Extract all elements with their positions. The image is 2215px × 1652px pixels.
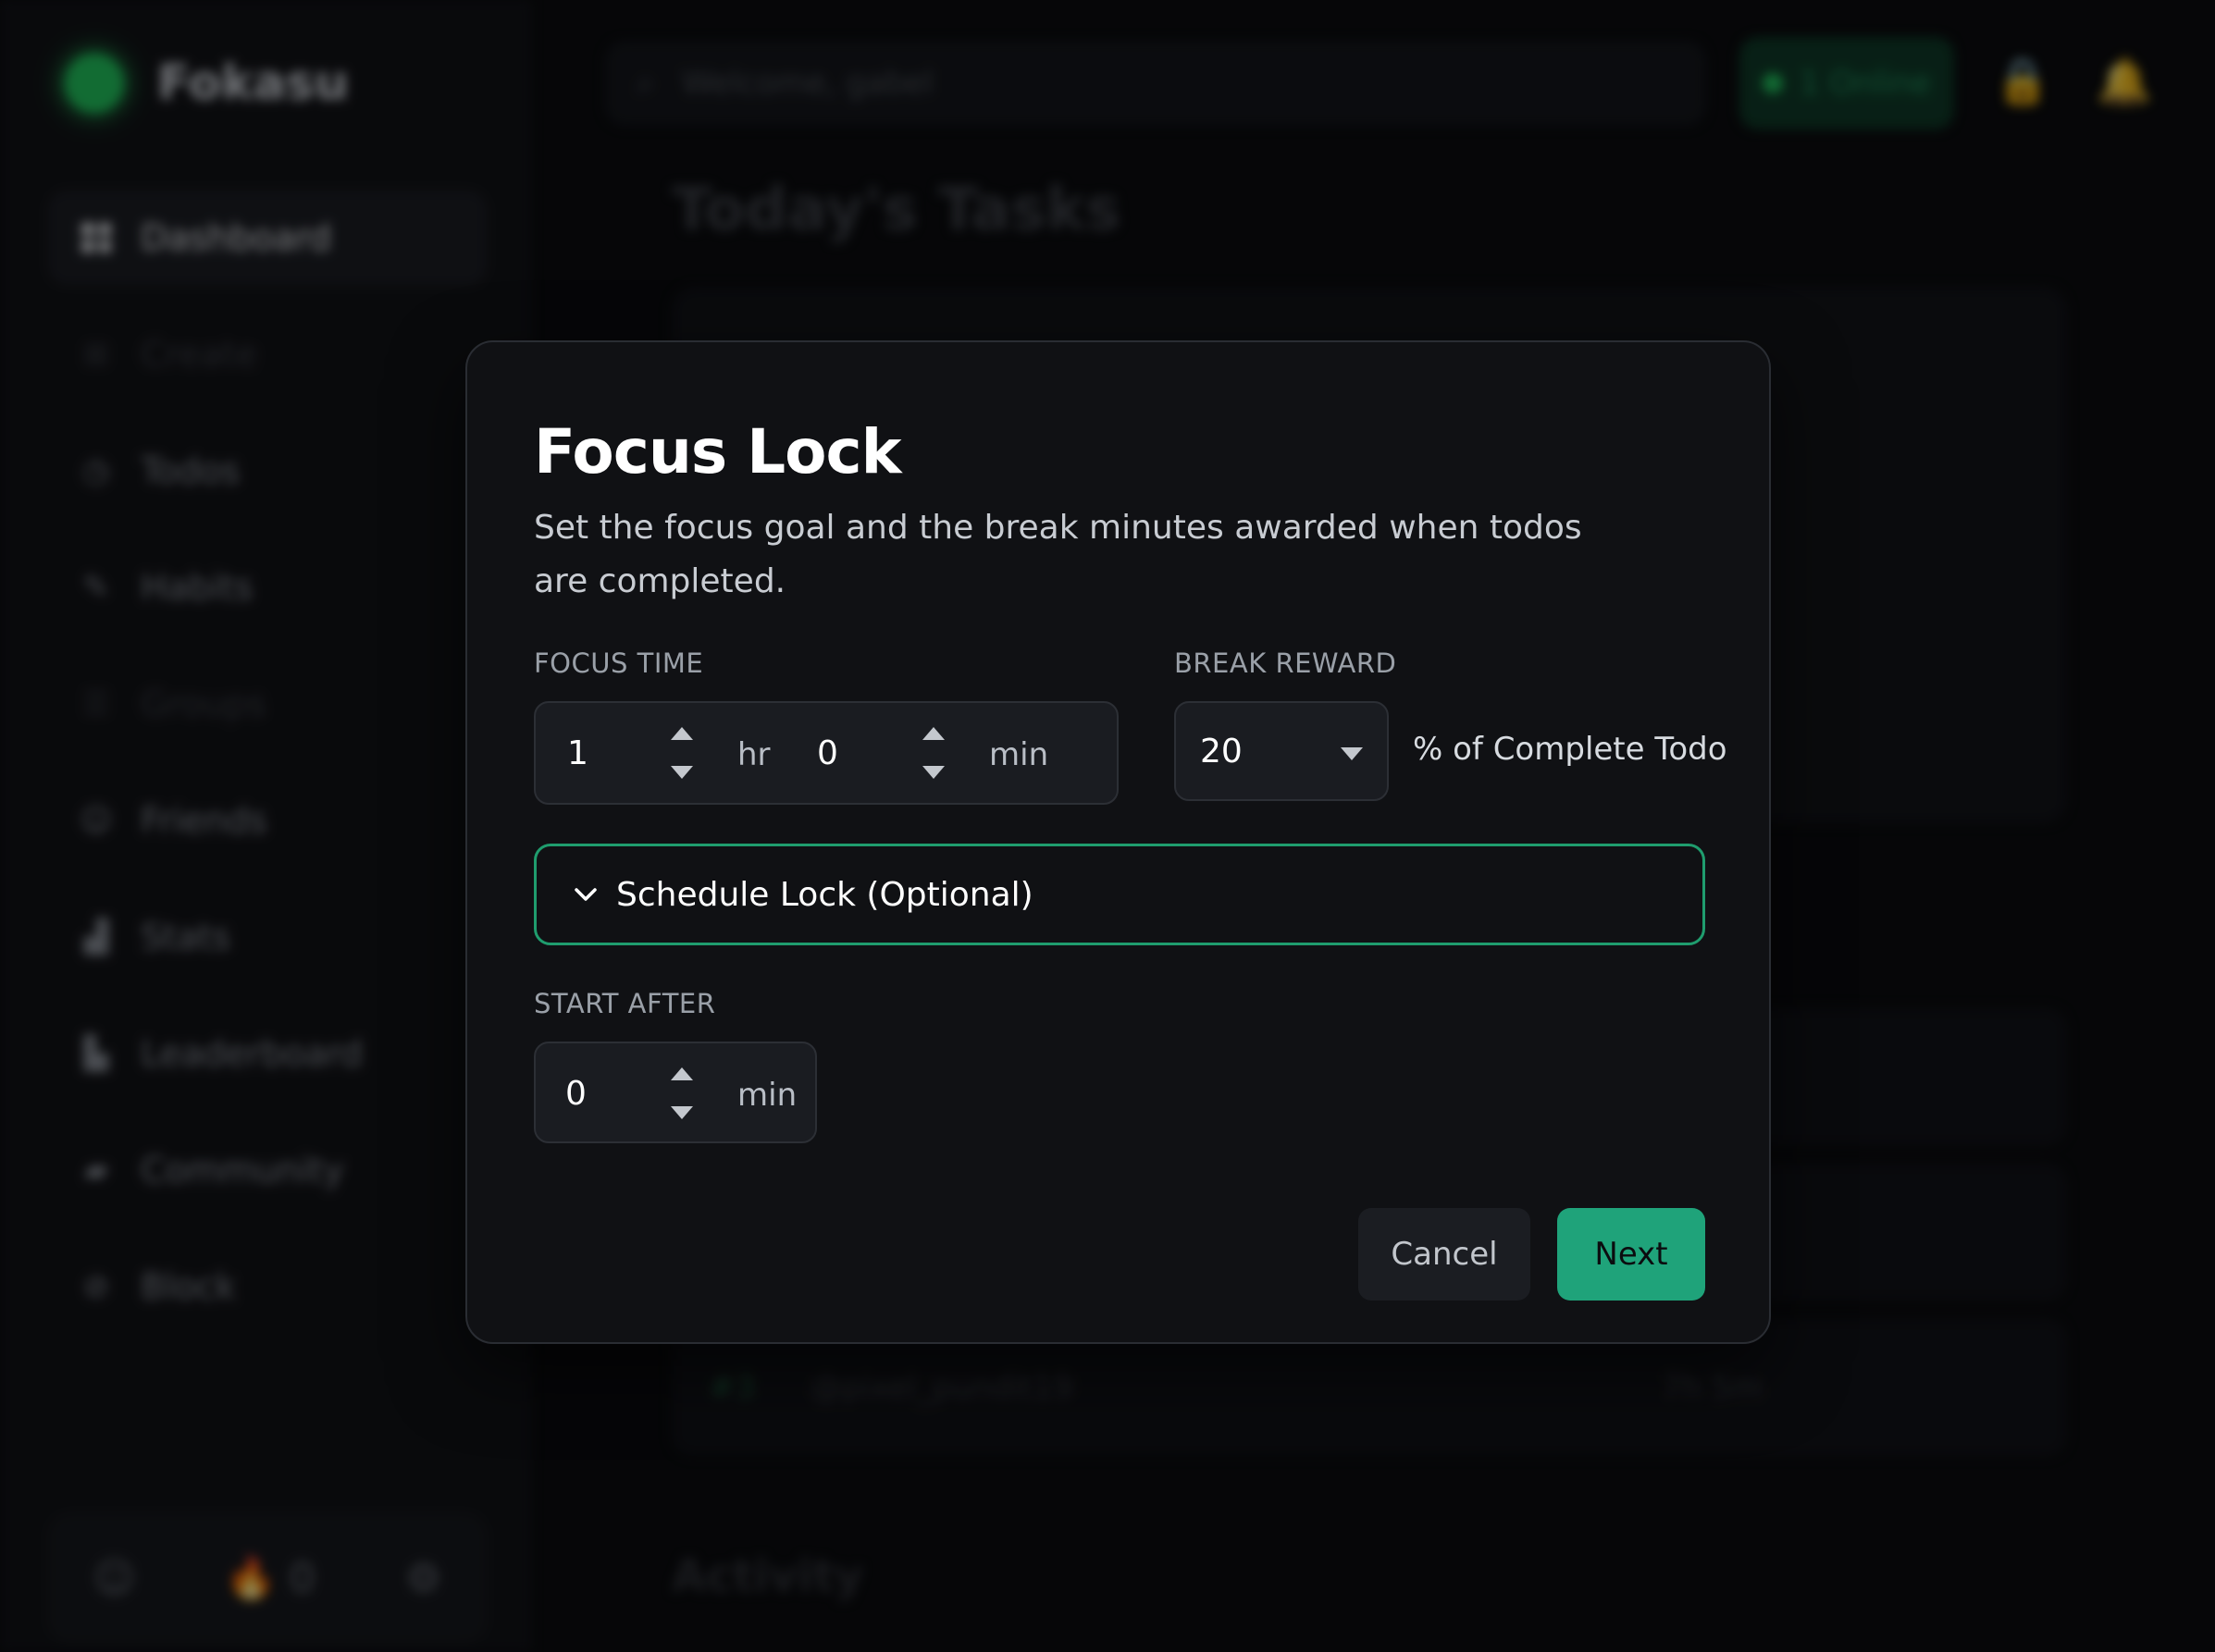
break-reward-label: BREAK REWARD [1174, 647, 1397, 679]
start-after-field: 0 min [534, 1042, 817, 1143]
decrement-icon[interactable] [671, 766, 693, 779]
increment-icon[interactable] [671, 727, 693, 740]
dialog-title: Focus Lock [534, 416, 902, 487]
chevron-down-icon [1341, 747, 1363, 760]
start-after-label: START AFTER [534, 988, 716, 1019]
schedule-lock-label: Schedule Lock (Optional) [616, 875, 1033, 914]
break-reward-value: 20 [1200, 733, 1243, 771]
focus-time-field: 1 hr 0 min [534, 701, 1119, 805]
minutes-unit: min [989, 736, 1049, 773]
hours-unit: hr [737, 736, 771, 773]
increment-icon[interactable] [922, 727, 945, 740]
dialog-description: Set the focus goal and the break minutes… [534, 509, 1582, 600]
cancel-button[interactable]: Cancel [1358, 1208, 1530, 1301]
start-after-unit: min [737, 1077, 798, 1114]
focus-time-label: FOCUS TIME [534, 647, 704, 679]
start-after-stepper[interactable] [671, 1064, 695, 1123]
start-after-input[interactable]: 0 [565, 1075, 587, 1113]
minutes-input[interactable]: 0 [817, 734, 838, 772]
app-root: Fokasu Dashboard ⊞ Create ◷ Todos ✎ Habi… [0, 0, 2215, 1652]
break-reward-suffix: % of Complete Todo [1413, 731, 1727, 768]
next-button[interactable]: Next [1557, 1208, 1705, 1301]
break-reward-select[interactable]: 20 [1174, 701, 1389, 801]
increment-icon[interactable] [671, 1067, 693, 1080]
minutes-stepper[interactable] [922, 723, 947, 783]
chevron-down-icon [570, 879, 601, 910]
hours-input[interactable]: 1 [567, 734, 588, 772]
decrement-icon[interactable] [922, 766, 945, 779]
focus-lock-dialog: Focus Lock Set the focus goal and the br… [465, 340, 1771, 1344]
hours-stepper[interactable] [671, 723, 695, 783]
schedule-lock-toggle[interactable]: Schedule Lock (Optional) [534, 844, 1705, 945]
decrement-icon[interactable] [671, 1106, 693, 1119]
